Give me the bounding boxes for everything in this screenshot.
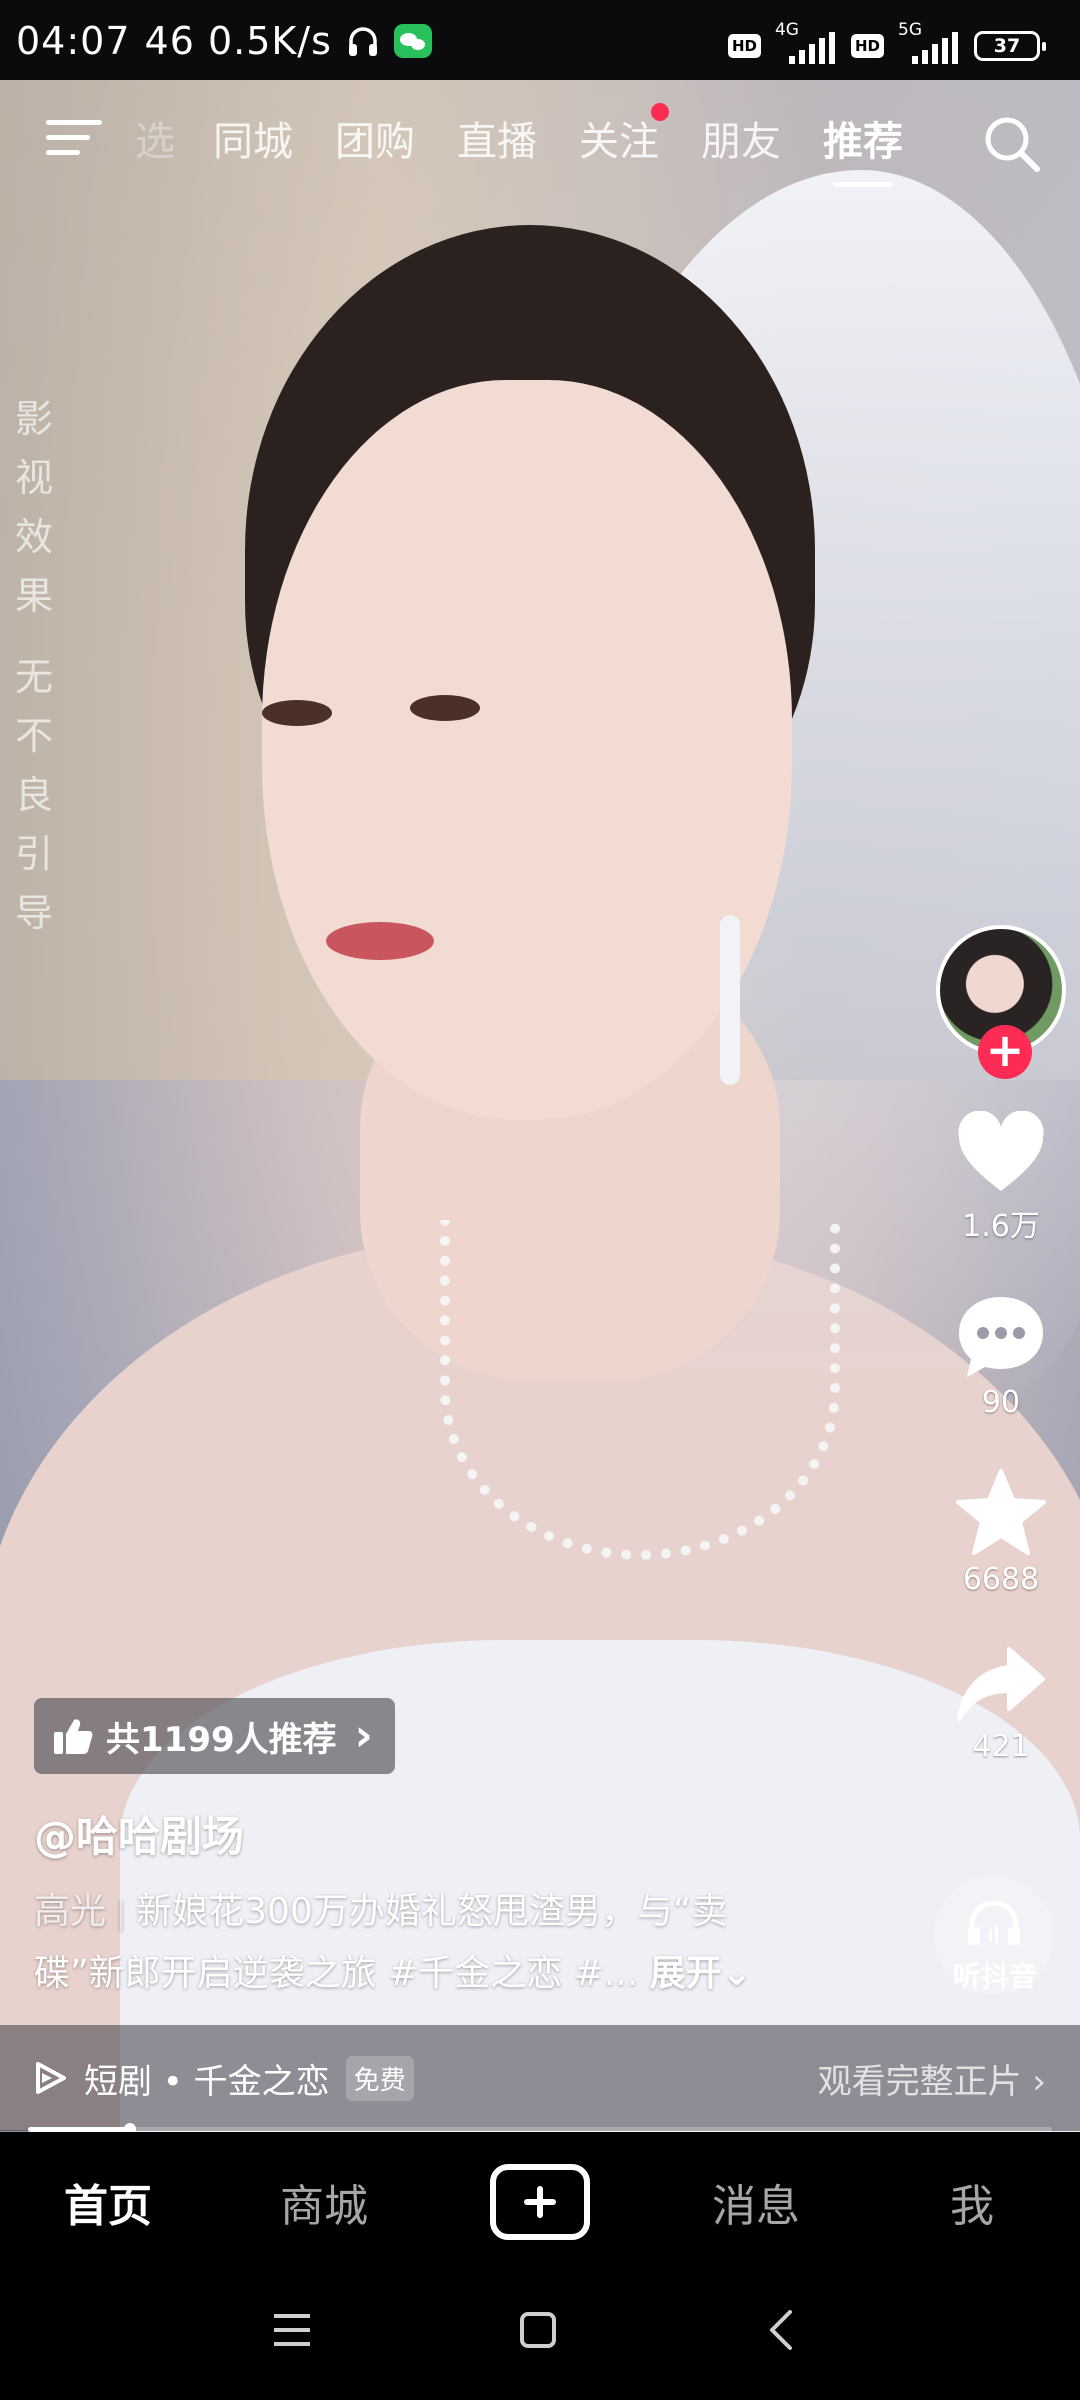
- nav-home[interactable]: 首页: [0, 2170, 216, 2234]
- notification-dot: [651, 103, 669, 121]
- menu-icon[interactable]: [46, 116, 102, 160]
- action-column: + 1.6万 90 6688 421: [936, 925, 1066, 1764]
- signal-5g-icon: 5G: [898, 20, 960, 64]
- drama-series-info: 短剧 • 千金之恋 免费: [34, 2054, 414, 2103]
- highlight-tag: 高光: [34, 1891, 107, 1932]
- disclaimer-char: 无: [14, 655, 53, 699]
- tag-separator: |: [116, 1896, 127, 1931]
- favorite-button[interactable]: 6688: [936, 1468, 1066, 1597]
- tab-live[interactable]: 直播: [457, 109, 537, 167]
- video-figure-eye: [410, 695, 480, 721]
- heart-icon: [958, 1111, 1044, 1191]
- status-right: HD 4G HD 5G 37: [727, 20, 1046, 66]
- status-bar: 04:07 46 0.5K/s HD 4G HD 5G 37: [0, 0, 1080, 80]
- star-icon: [956, 1469, 1046, 1555]
- disclaimer-char: 影: [14, 397, 53, 441]
- video-description[interactable]: 高光 | 新娘花300万办婚礼怒甩渣男，与“卖 碟”新郎开启逆袭之旅 #千金之恋 #…: [34, 1882, 854, 2004]
- share-arrow-icon: [957, 1647, 1045, 1721]
- comment-icon: [959, 1297, 1043, 1377]
- signal-4g-icon: 4G: [775, 20, 837, 64]
- chevron-right-icon: ›: [354, 1710, 373, 1761]
- description-text: 碟”新郎开启逆袭之旅 #千金之恋 #...: [34, 1953, 639, 1994]
- comment-count: 90: [981, 1385, 1021, 1420]
- like-button[interactable]: 1.6万: [936, 1111, 1066, 1245]
- create-plus-icon: [490, 2164, 590, 2240]
- disclaimer-char: 果: [14, 574, 53, 618]
- disclaimer-char: 引: [14, 832, 53, 876]
- video-figure-necklace: [440, 1220, 840, 1560]
- disclaimer-char: 良: [14, 773, 53, 817]
- favorite-count: 6688: [962, 1562, 1040, 1597]
- description-line: 碟”新郎开启逆袭之旅 #千金之恋 #... 展开⌄: [34, 1944, 854, 2004]
- free-badge: 免费: [345, 2055, 414, 2101]
- status-left: 04:07 46 0.5K/s: [16, 19, 432, 63]
- nav-create[interactable]: [432, 2164, 648, 2240]
- disclaimer-char: 效: [14, 515, 53, 559]
- listen-label: 听抖音: [952, 1960, 1037, 1993]
- thumbs-up-icon: [54, 1719, 93, 1754]
- system-navigation-bar: [0, 2272, 1080, 2400]
- video-figure-face: [262, 380, 792, 1120]
- comment-button[interactable]: 90: [936, 1293, 1066, 1420]
- play-series-icon: [36, 2062, 66, 2094]
- hd-badge: HD: [727, 34, 761, 58]
- disclaimer-char: 不: [14, 714, 53, 758]
- drama-series-bar[interactable]: 短剧 • 千金之恋 免费 观看完整正片 ›: [0, 2025, 1080, 2131]
- home-square-icon[interactable]: [518, 2310, 558, 2350]
- recent-apps-icon[interactable]: [270, 2310, 314, 2350]
- like-count: 1.6万: [962, 1209, 1040, 1244]
- share-count: 421: [972, 1729, 1030, 1764]
- follow-button[interactable]: +: [978, 1025, 1032, 1079]
- nav-mall[interactable]: 商城: [216, 2170, 432, 2234]
- bottom-navigation: 首页 商城 消息 我: [0, 2132, 1080, 2272]
- nav-me[interactable]: 我: [864, 2170, 1080, 2234]
- wechat-icon: [393, 24, 432, 58]
- author-name[interactable]: @哈哈剧场: [34, 1803, 244, 1864]
- tab-local[interactable]: 同城: [213, 109, 293, 167]
- watch-full-episode-link[interactable]: 观看完整正片 ›: [818, 2054, 1046, 2103]
- drama-series-title: 短剧 • 千金之恋: [84, 2061, 330, 2102]
- hd-badge: HD: [850, 34, 884, 58]
- clock: 04:07: [16, 19, 131, 63]
- nav-messages[interactable]: 消息: [648, 2170, 864, 2234]
- video-figure-lips: [326, 922, 434, 960]
- tab-friends[interactable]: 朋友: [701, 109, 781, 167]
- tab-following[interactable]: 关注: [579, 103, 669, 167]
- tab-group-buy[interactable]: 团购: [335, 109, 415, 167]
- share-button[interactable]: 421: [936, 1645, 1066, 1764]
- tab-partial[interactable]: 选: [135, 109, 175, 167]
- author-avatar[interactable]: +: [936, 925, 1066, 1079]
- back-chevron-icon[interactable]: [766, 2308, 796, 2352]
- description-text: 新娘花300万办婚礼怒甩渣男，与“卖: [136, 1891, 728, 1932]
- feed-tabs: 选 同城 团购 直播 关注 朋友 推荐: [135, 103, 945, 187]
- disclaimer-char: 视: [14, 456, 53, 500]
- tab-recommended[interactable]: 推荐: [823, 109, 903, 187]
- headphone-icon: [968, 1900, 1020, 1945]
- recommend-text: 共1199人推荐: [106, 1719, 337, 1760]
- tab-following-label: 关注: [579, 119, 659, 165]
- network-speed: 46 0.5K/s: [144, 19, 332, 63]
- effect-disclaimer: 影 视 效 果 无 不 良 引 导: [12, 390, 56, 943]
- video-figure-earring: [720, 915, 740, 1085]
- video-figure-eye: [262, 700, 332, 726]
- expand-button[interactable]: 展开⌄: [650, 1953, 752, 1994]
- description-line: 高光 | 新娘花300万办婚礼怒甩渣男，与“卖: [34, 1882, 854, 1944]
- disclaimer-char: 导: [14, 891, 53, 935]
- recommend-count-pill[interactable]: 共1199人推荐 ›: [34, 1698, 395, 1774]
- headphone-icon: [348, 27, 377, 56]
- top-navigation: 选 同城 团购 直播 关注 朋友 推荐: [0, 98, 1080, 188]
- search-icon[interactable]: [980, 112, 1044, 176]
- battery-icon: 37: [974, 31, 1046, 61]
